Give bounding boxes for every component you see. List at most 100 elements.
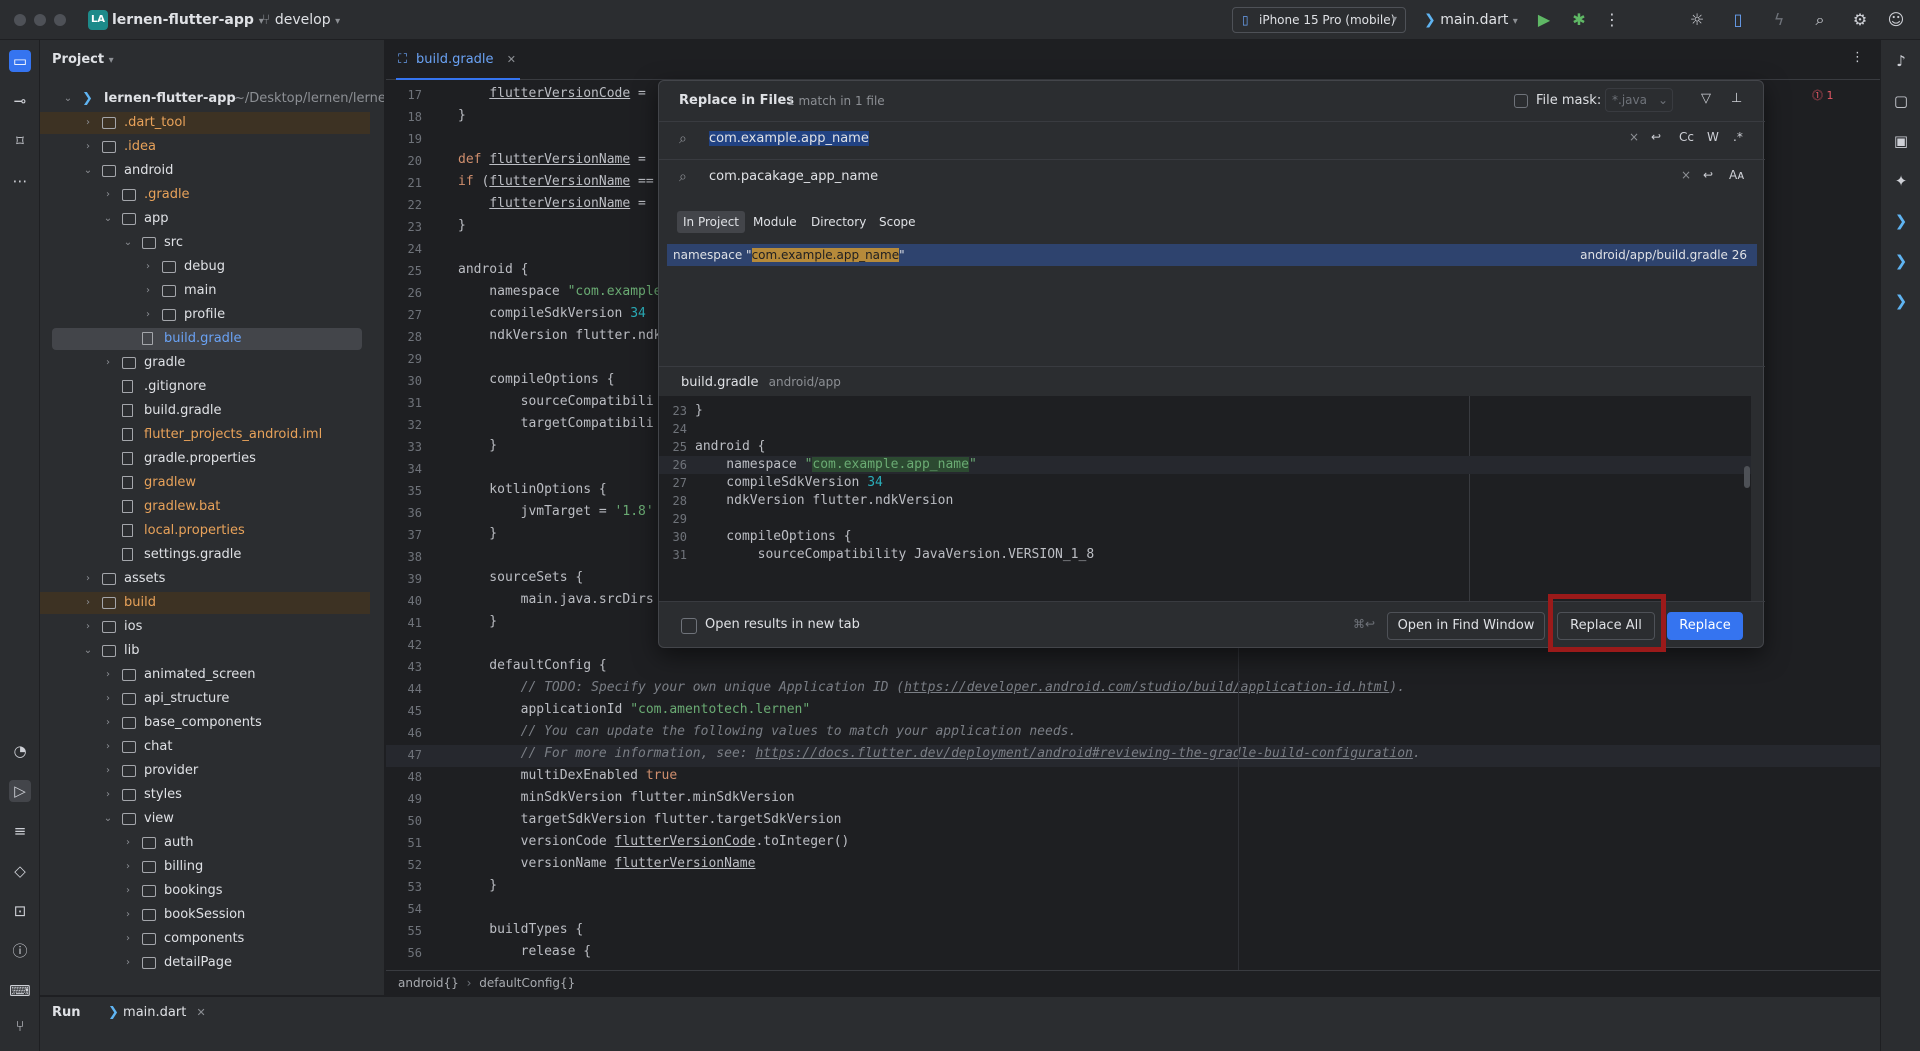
branch-selector[interactable]: ⑂ develop ▾ bbox=[262, 12, 340, 28]
chevron-right-icon[interactable]: › bbox=[122, 856, 134, 878]
chevron-right-icon[interactable]: › bbox=[102, 784, 114, 806]
project-selector[interactable]: lernen-flutter-app ▾ bbox=[112, 12, 264, 28]
running-devices-icon[interactable]: ▣ bbox=[1890, 130, 1912, 152]
version-control-icon[interactable]: ⑂ bbox=[9, 1015, 31, 1037]
logcat-icon[interactable]: ⊡ bbox=[9, 900, 31, 922]
tree-item[interactable]: .gitignore bbox=[40, 376, 370, 398]
tree-item[interactable]: › billing bbox=[40, 856, 370, 878]
chevron-right-icon[interactable]: › bbox=[102, 736, 114, 758]
error-indicator[interactable]: ⓵ 1 bbox=[1812, 87, 1834, 103]
chevron-right-icon[interactable]: › bbox=[122, 832, 134, 854]
settings-gear-icon[interactable]: ⚙ bbox=[1849, 9, 1871, 31]
run-tool-icon[interactable]: ▷ bbox=[9, 780, 31, 802]
tree-item[interactable]: › profile bbox=[40, 304, 370, 326]
tree-item[interactable]: › .dart_tool bbox=[40, 112, 370, 134]
scope-tab-module[interactable]: Module bbox=[747, 211, 803, 233]
clear-replace-icon[interactable]: × bbox=[1681, 168, 1691, 182]
notifications-icon[interactable]: ♪ bbox=[1890, 50, 1912, 72]
search-icon[interactable]: ⌕ bbox=[1809, 9, 1831, 31]
chevron-right-icon[interactable]: › bbox=[102, 352, 114, 374]
tree-item[interactable]: › bookSession bbox=[40, 904, 370, 926]
dart-analysis-icon[interactable]: ◔ bbox=[9, 740, 31, 762]
more-actions-icon[interactable]: ⋮ bbox=[1601, 9, 1623, 31]
chevron-right-icon[interactable]: › bbox=[82, 592, 94, 614]
search-input[interactable]: com.example.app_name bbox=[709, 131, 869, 146]
run-icon[interactable]: ▶ bbox=[1533, 9, 1555, 31]
scope-tab-directory[interactable]: Directory bbox=[805, 211, 872, 233]
chevron-down-icon[interactable]: ⌄ bbox=[82, 640, 94, 662]
chevron-right-icon[interactable]: › bbox=[82, 136, 94, 158]
replace-button[interactable]: Replace bbox=[1667, 612, 1743, 640]
project-badge[interactable]: LA bbox=[88, 10, 108, 30]
chevron-right-icon[interactable]: › bbox=[122, 904, 134, 926]
chevron-right-icon[interactable]: › bbox=[122, 952, 134, 974]
more-tools-icon[interactable]: ⋯ bbox=[9, 170, 31, 192]
tree-item[interactable]: gradle.properties bbox=[40, 448, 370, 470]
run-tab-main-dart[interactable]: ❯ main.dart ✕ bbox=[108, 1005, 206, 1020]
chevron-right-icon[interactable]: › bbox=[102, 688, 114, 710]
window-close-button[interactable] bbox=[14, 14, 26, 26]
search-result-row[interactable]: namespace "com.example.app_name" android… bbox=[667, 244, 1757, 266]
tree-item[interactable]: gradlew.bat bbox=[40, 496, 370, 518]
tree-item[interactable]: › auth bbox=[40, 832, 370, 854]
match-case-button[interactable]: Cc bbox=[1679, 130, 1694, 144]
chevron-right-icon[interactable]: › bbox=[122, 928, 134, 950]
tree-item[interactable]: › chat bbox=[40, 736, 370, 758]
tree-item[interactable]: › assets bbox=[40, 568, 370, 590]
hot-reload-icon[interactable]: ϟ bbox=[1768, 9, 1790, 31]
run-config-selector[interactable]: ❯ main.dart ▾ bbox=[1424, 12, 1518, 28]
tree-item[interactable]: build.gradle bbox=[40, 400, 370, 422]
tree-item[interactable]: › build bbox=[40, 592, 370, 614]
tree-item[interactable]: › styles bbox=[40, 784, 370, 806]
window-minimize-button[interactable] bbox=[34, 14, 46, 26]
tree-item[interactable]: ⌄ app bbox=[40, 208, 370, 230]
tree-item[interactable]: › bookings bbox=[40, 880, 370, 902]
device-mirroring-icon[interactable]: ▢ bbox=[1890, 90, 1912, 112]
tree-item[interactable]: ⌄ android bbox=[40, 160, 370, 182]
tree-item[interactable]: › animated_screen bbox=[40, 664, 370, 686]
tree-item[interactable]: › detailPage bbox=[40, 952, 370, 974]
editor-more-icon[interactable]: ⋮ bbox=[1851, 50, 1864, 65]
chevron-down-icon[interactable]: ⌄ bbox=[122, 232, 134, 254]
tree-item[interactable]: flutter_projects_android.iml bbox=[40, 424, 370, 446]
flutter-outline-icon[interactable]: ❯ bbox=[1890, 210, 1912, 232]
gemini-icon[interactable]: ✦ bbox=[1890, 170, 1912, 192]
chevron-down-icon[interactable]: ⌄ bbox=[102, 208, 114, 230]
run-panel-title[interactable]: Run bbox=[52, 1005, 81, 1020]
flutter-inspector-icon[interactable]: ◇ bbox=[9, 860, 31, 882]
chevron-right-icon[interactable]: › bbox=[102, 664, 114, 686]
tree-item[interactable]: › debug bbox=[40, 256, 370, 278]
tree-item[interactable]: › components bbox=[40, 928, 370, 950]
tree-item[interactable]: local.properties bbox=[40, 520, 370, 542]
scope-tab-scope[interactable]: Scope bbox=[873, 211, 922, 233]
terminal-icon[interactable]: ⌨ bbox=[9, 980, 31, 1002]
tree-item[interactable]: ⌄ src bbox=[40, 232, 370, 254]
flutter-performance-icon[interactable]: ❯ bbox=[1890, 250, 1912, 272]
chevron-right-icon[interactable]: › bbox=[142, 304, 154, 326]
chevron-right-icon[interactable]: › bbox=[82, 616, 94, 638]
problems-icon[interactable]: ⓘ bbox=[9, 940, 31, 962]
tree-item[interactable]: › base_components bbox=[40, 712, 370, 734]
device-manager-icon[interactable]: ▯ bbox=[1727, 9, 1749, 31]
tree-item[interactable]: ⌄ ❯ lernen-flutter-app ~/Desktop/lernen/ler… bbox=[40, 88, 384, 110]
preserve-case-button[interactable]: Aᴀ bbox=[1729, 168, 1744, 182]
close-icon[interactable]: ✕ bbox=[507, 40, 516, 80]
account-icon[interactable]: ☺ bbox=[1885, 9, 1907, 31]
debug-icon[interactable]: ✱ bbox=[1568, 9, 1590, 31]
window-zoom-button[interactable] bbox=[54, 14, 66, 26]
flutter-inspector-right-icon[interactable]: ❯ bbox=[1890, 290, 1912, 312]
new-line-icon[interactable]: ↩ bbox=[1703, 168, 1713, 182]
todo-icon[interactable]: ≡ bbox=[9, 820, 31, 842]
file-mask-input[interactable]: *.java ⌄ bbox=[1605, 88, 1673, 112]
tree-item[interactable]: › main bbox=[40, 280, 370, 302]
tree-item[interactable]: settings.gradle bbox=[40, 544, 370, 566]
replace-input[interactable]: com.pacakage_app_name bbox=[709, 169, 878, 184]
filter-icon[interactable]: ▽ bbox=[1701, 91, 1711, 106]
chevron-right-icon[interactable]: › bbox=[82, 568, 94, 590]
code-preview[interactable]: 23} 24 25 android {26 namespace "com.exampl… bbox=[659, 396, 1751, 601]
tree-item[interactable]: › provider bbox=[40, 760, 370, 782]
tree-item[interactable]: › .gradle bbox=[40, 184, 370, 206]
regex-button[interactable]: .* bbox=[1733, 130, 1743, 144]
chevron-right-icon[interactable]: › bbox=[142, 256, 154, 278]
new-line-icon[interactable]: ↩ bbox=[1651, 130, 1661, 144]
